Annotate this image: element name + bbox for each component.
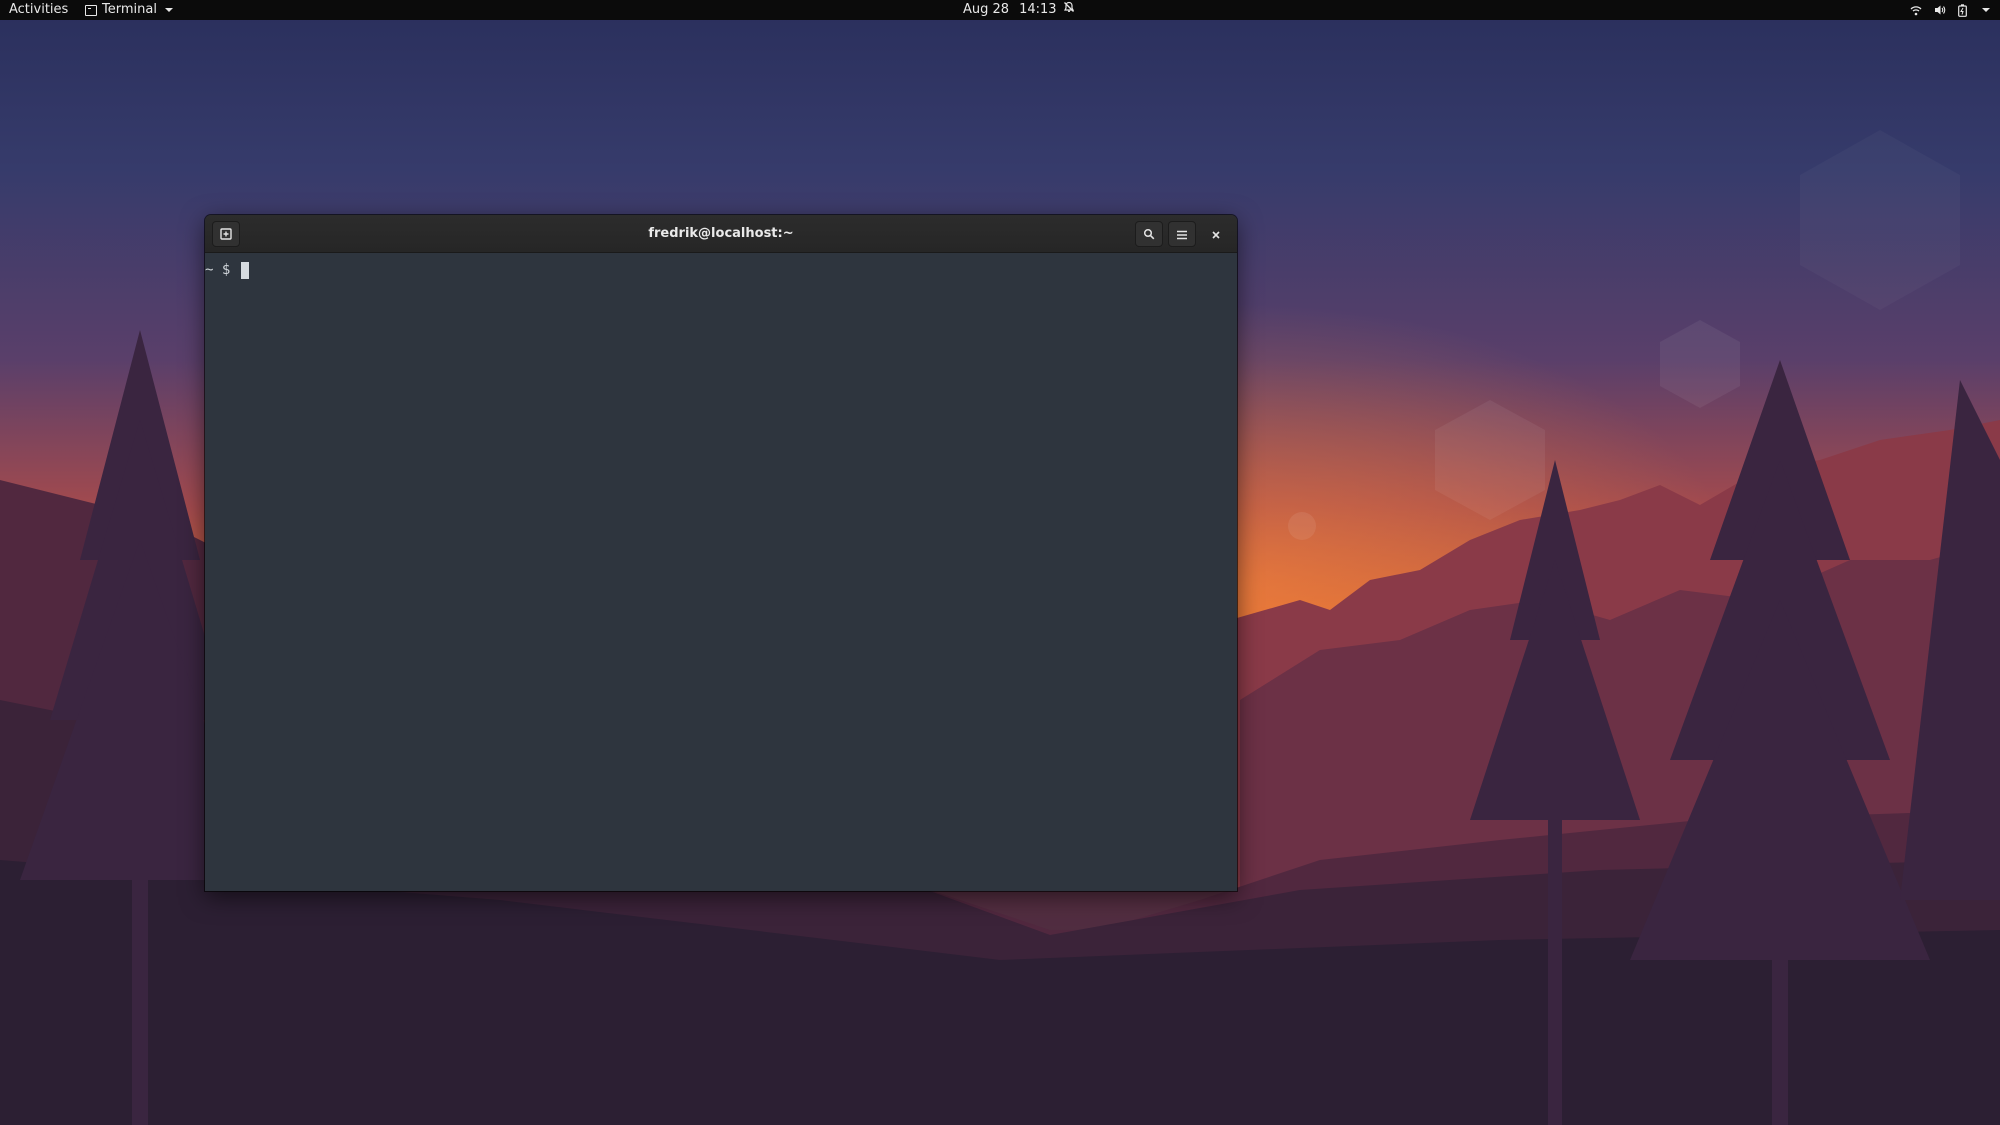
wifi-icon — [1910, 5, 1922, 16]
system-status-area[interactable] — [1910, 0, 1990, 20]
activities-button[interactable]: Activities — [9, 0, 68, 20]
hamburger-menu-icon — [1176, 225, 1188, 244]
terminal-window[interactable]: fredrik@localhost:~ ~ $ — [205, 215, 1237, 891]
text-cursor — [240, 262, 249, 279]
prompt-line: ~ $ — [205, 261, 249, 280]
app-menu-button[interactable]: Terminal — [85, 0, 173, 20]
chevron-down-icon — [164, 8, 173, 12]
close-icon — [1211, 225, 1221, 244]
prompt-symbol: $ — [221, 262, 231, 278]
app-menu-label: Terminal — [102, 2, 157, 17]
prompt-directory: ~ — [205, 262, 214, 278]
clock-date: Aug 28 — [963, 2, 1010, 17]
close-button[interactable] — [1202, 221, 1230, 247]
system-menu-chevron-icon — [1982, 8, 1990, 12]
search-button[interactable] — [1135, 221, 1163, 247]
terminal-icon — [85, 4, 97, 16]
notifications-disabled-icon — [1063, 0, 1075, 20]
window-headerbar[interactable]: fredrik@localhost:~ — [205, 215, 1237, 253]
search-icon — [1143, 225, 1155, 244]
window-title: fredrik@localhost:~ — [648, 226, 794, 241]
battery-icon — [1958, 3, 1967, 17]
terminal-output[interactable]: ~ $ — [205, 253, 1237, 891]
clock-time: 14:13 — [1019, 2, 1057, 17]
top-bar: Activities Terminal Aug 28 14:13 — [0, 0, 2000, 20]
activities-label: Activities — [9, 2, 69, 17]
clock-button[interactable]: Aug 28 14:13 — [963, 0, 1075, 20]
volume-icon — [1934, 4, 1946, 16]
menu-button[interactable] — [1168, 221, 1196, 247]
